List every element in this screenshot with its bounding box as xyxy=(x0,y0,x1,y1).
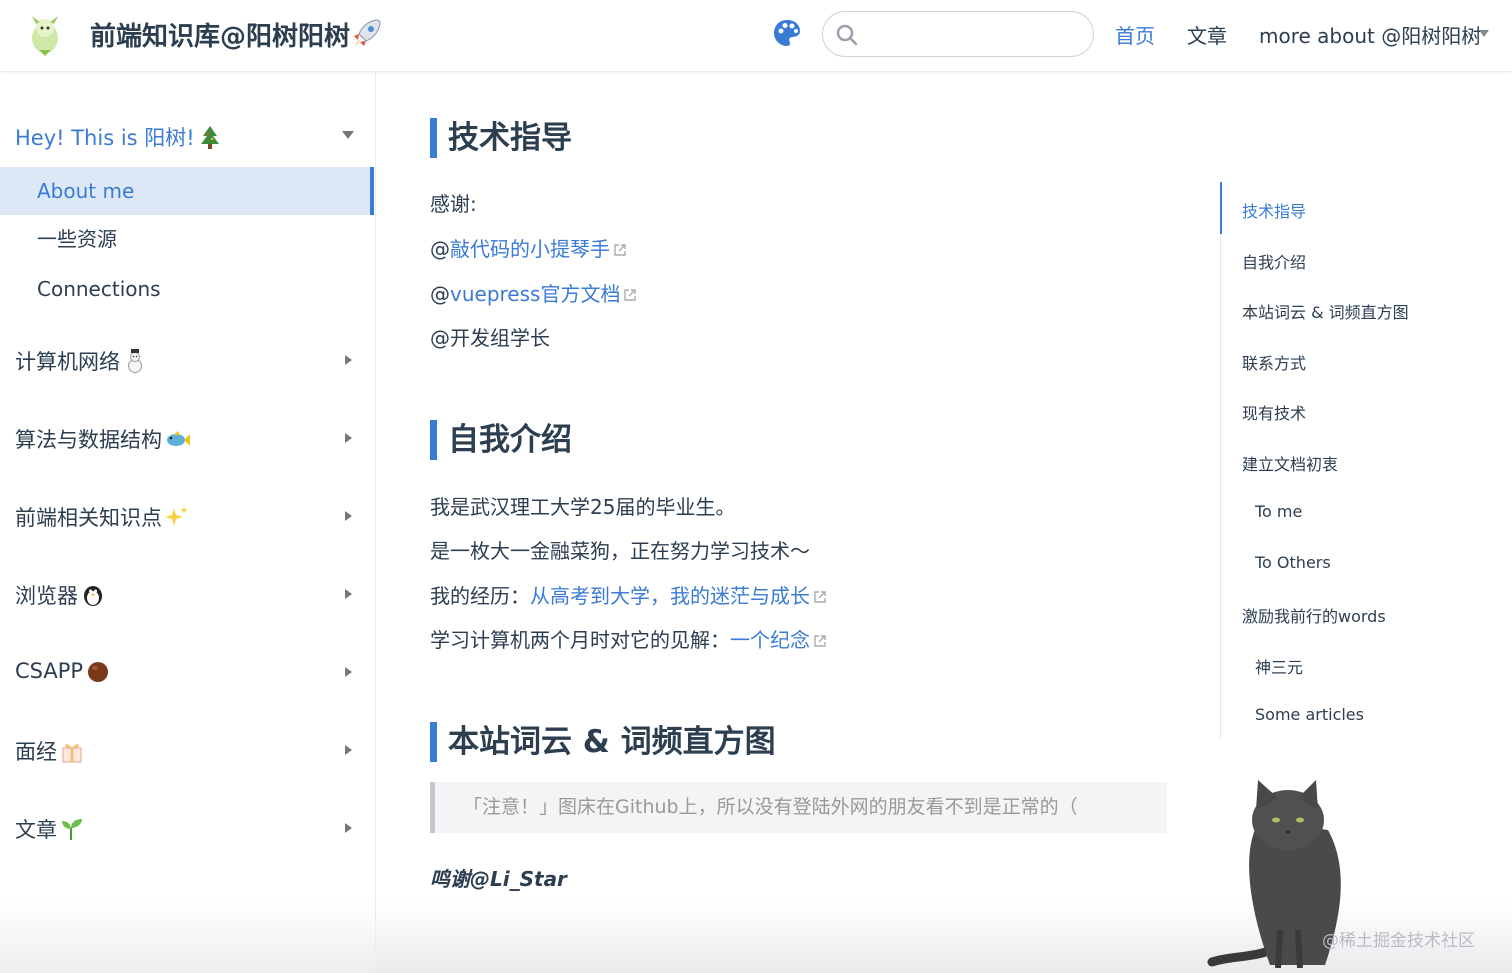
chevron-right-icon[interactable] xyxy=(345,823,352,833)
table-of-contents: 技术指导 自我介绍 本站词云 & 词频直方图 联系方式 现有技术 建立文档初衷 … xyxy=(1220,182,1460,739)
sidebar-group-label: 面经 xyxy=(15,740,57,764)
sidebar-group-label: 文章 xyxy=(15,818,57,842)
sidebar-group-label: 计算机网络 xyxy=(15,350,120,374)
credit-text: 鸣谢@Li_Star xyxy=(430,867,567,891)
external-link-icon xyxy=(814,635,826,647)
sparkles-icon xyxy=(165,506,188,526)
at-prefix: @ xyxy=(430,237,450,261)
toc-subitem[interactable]: Some articles xyxy=(1255,705,1364,724)
toc-item[interactable]: 联系方式 xyxy=(1242,350,1306,374)
site-title[interactable]: 前端知识库@阳树阳树 xyxy=(90,16,350,53)
sidebar-group-label: CSAPP xyxy=(15,659,84,683)
chevron-right-icon[interactable] xyxy=(345,589,352,599)
sidebar-group-frontend[interactable]: 前端相关知识点 xyxy=(15,502,190,532)
sidebar-group-browser[interactable]: 浏览器 xyxy=(15,580,106,610)
thanks-line-1: @敲代码的小提琴手 xyxy=(430,233,627,262)
thanks-line-2: @vuepress官方文档 xyxy=(430,278,637,307)
sidebar-group-algorithms[interactable]: 算法与数据结构 xyxy=(15,424,190,454)
toc-item[interactable]: 技术指导 xyxy=(1242,198,1306,222)
navbar: 前端知识库@阳树阳树 首页 文章 more about @阳树阳树 xyxy=(0,0,1512,72)
toc-item[interactable]: 激励我前行的words xyxy=(1242,603,1386,627)
watermark: @稀土掘金技术社区 xyxy=(1322,931,1475,951)
section-heading-tech-guidance: 技术指导 xyxy=(430,118,572,158)
section-heading-word-cloud: 本站词云 & 词频直方图 xyxy=(430,722,776,762)
toc-active-indicator xyxy=(1220,182,1222,234)
link-memorial[interactable]: 一个纪念 xyxy=(730,628,810,652)
link-violinist[interactable]: 敲代码的小提琴手 xyxy=(450,237,610,261)
external-link-icon xyxy=(624,289,637,301)
chevron-down-icon[interactable] xyxy=(342,131,354,139)
sidebar-group-label: Hey! This is 阳树! xyxy=(15,126,195,150)
sidebar-group-label: 算法与数据结构 xyxy=(15,428,162,452)
search-input[interactable] xyxy=(869,20,1079,48)
nav-articles-link[interactable]: 文章 xyxy=(1187,20,1227,49)
sidebar-item-about-me[interactable]: About me xyxy=(0,167,374,215)
palette-icon[interactable] xyxy=(772,18,802,48)
at-prefix: @ xyxy=(430,282,450,306)
section-heading-self-intro: 自我介绍 xyxy=(430,420,572,460)
bottom-fade xyxy=(0,900,376,973)
notice-quote: 「注意！」图床在Github上，所以没有登陆外网的朋友看不到是正常的（ xyxy=(430,782,1167,833)
intro-line-3-prefix: 我的经历： xyxy=(430,584,530,608)
sidebar-group-label: 浏览器 xyxy=(15,584,78,608)
sidebar-group-interview[interactable]: 面经 xyxy=(15,736,85,766)
intro-line-2: 是一枚大一金融菜狗，正在努力学习技术～ xyxy=(430,539,810,563)
intro-line-1: 我是武汉理工大学25届的毕业生。 xyxy=(430,495,736,519)
chestnut-icon xyxy=(88,662,109,682)
intro-line-4-prefix: 学习计算机两个月时对它的见解： xyxy=(430,628,730,652)
site-logo[interactable] xyxy=(24,14,66,58)
sidebar: Hey! This is 阳树! About me 一些资源 Connectio… xyxy=(0,72,376,973)
tree-icon xyxy=(200,126,219,149)
snowman-icon xyxy=(128,349,142,373)
link-experience[interactable]: 从高考到大学，我的迷茫与成长 xyxy=(530,584,810,608)
sidebar-group-network[interactable]: 计算机网络 xyxy=(15,346,148,376)
external-link-icon xyxy=(614,244,626,256)
chevron-right-icon[interactable] xyxy=(345,355,352,365)
sidebar-group-label: 前端相关知识点 xyxy=(15,506,162,530)
sidebar-group-articles[interactable]: 文章 xyxy=(15,814,85,844)
search-box[interactable] xyxy=(822,11,1094,57)
seedling-icon xyxy=(62,819,82,840)
rocket-icon xyxy=(354,19,381,46)
toc-item[interactable]: 本站词云 & 词频直方图 xyxy=(1242,299,1409,323)
toc-item[interactable]: 现有技术 xyxy=(1242,400,1306,424)
penguin-icon xyxy=(84,586,102,606)
thanks-text: 感谢: xyxy=(430,192,477,216)
nav-more-dropdown[interactable]: more about @阳树阳树 xyxy=(1259,20,1481,49)
gift-icon xyxy=(62,744,82,763)
nav-home-link[interactable]: 首页 xyxy=(1115,20,1155,49)
sidebar-item-resources[interactable]: 一些资源 xyxy=(0,215,374,263)
toc-item[interactable]: 建立文档初衷 xyxy=(1242,451,1338,475)
link-vuepress-docs[interactable]: vuepress官方文档 xyxy=(450,282,620,306)
sidebar-group-about[interactable]: Hey! This is 阳树! xyxy=(15,122,223,152)
toc-subitem[interactable]: To Others xyxy=(1255,553,1331,572)
chevron-right-icon[interactable] xyxy=(345,745,352,755)
chevron-right-icon[interactable] xyxy=(345,433,352,443)
chevron-right-icon[interactable] xyxy=(345,511,352,521)
chevron-down-icon[interactable] xyxy=(1479,30,1489,37)
toc-subitem[interactable]: 神三元 xyxy=(1255,654,1303,678)
thanks-line-3: @开发组学长 xyxy=(430,326,550,350)
fish-icon xyxy=(167,431,190,446)
toc-item[interactable]: 自我介绍 xyxy=(1242,249,1306,273)
external-link-icon xyxy=(814,591,826,603)
sidebar-item-connections[interactable]: Connections xyxy=(0,265,374,313)
chevron-right-icon[interactable] xyxy=(345,667,352,677)
intro-line-4: 学习计算机两个月时对它的见解：一个纪念 xyxy=(430,624,827,653)
sidebar-group-csapp[interactable]: CSAPP xyxy=(15,658,111,684)
intro-line-3: 我的经历：从高考到大学，我的迷茫与成长 xyxy=(430,580,827,609)
toc-subitem[interactable]: To me xyxy=(1255,502,1302,521)
search-icon xyxy=(836,24,858,46)
